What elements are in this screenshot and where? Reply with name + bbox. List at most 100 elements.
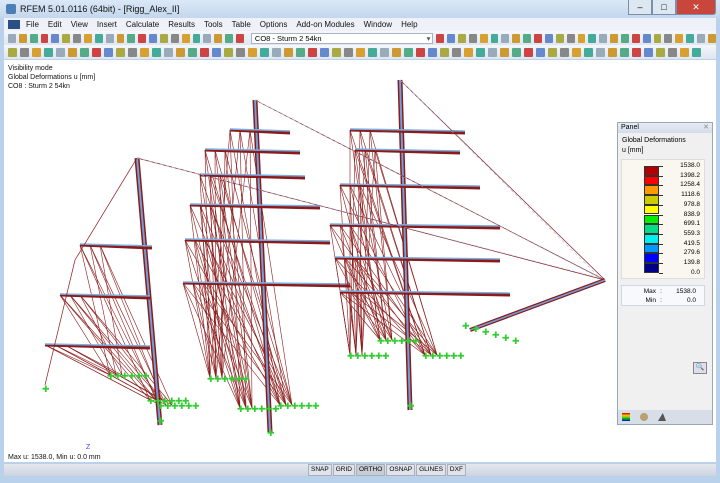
app-menu-icon[interactable] xyxy=(8,20,20,29)
toolbar-button-icon[interactable] xyxy=(19,34,27,43)
toolbar-button-icon[interactable] xyxy=(284,48,293,57)
menu-results[interactable]: Results xyxy=(168,20,195,29)
toolbar-button-icon[interactable] xyxy=(675,34,683,43)
toolbar-button-icon[interactable] xyxy=(41,34,49,43)
toolbar-button-icon[interactable] xyxy=(536,48,545,57)
toolbar-button-icon[interactable] xyxy=(149,34,157,43)
toolbar-button-icon[interactable] xyxy=(200,48,209,57)
menu-tools[interactable]: Tools xyxy=(204,20,223,29)
toolbar-button-icon[interactable] xyxy=(512,48,521,57)
toolbar-button-icon[interactable] xyxy=(436,34,444,43)
toolbar-button-icon[interactable] xyxy=(8,48,17,57)
toolbar-button-icon[interactable] xyxy=(392,48,401,57)
toolbar-button-icon[interactable] xyxy=(632,34,640,43)
toolbar-button-icon[interactable] xyxy=(572,48,581,57)
toolbar-button-icon[interactable] xyxy=(447,34,455,43)
color-scale-tab-icon[interactable] xyxy=(622,413,630,421)
toolbar-button-icon[interactable] xyxy=(32,48,41,57)
status-toggle-osnap[interactable]: OSNAP xyxy=(386,464,415,476)
menu-file[interactable]: File xyxy=(26,20,39,29)
toolbar-button-icon[interactable] xyxy=(567,34,575,43)
toolbar-button-icon[interactable] xyxy=(500,48,509,57)
toolbar-button-icon[interactable] xyxy=(599,34,607,43)
toolbar-button-icon[interactable] xyxy=(368,48,377,57)
toolbar-button-icon[interactable] xyxy=(248,48,257,57)
toolbar-button-icon[interactable] xyxy=(548,48,557,57)
toolbar-button-icon[interactable] xyxy=(182,34,190,43)
toolbar-button-icon[interactable] xyxy=(62,34,70,43)
toolbar-button-icon[interactable] xyxy=(308,48,317,57)
toolbar-button-icon[interactable] xyxy=(176,48,185,57)
toolbar-button-icon[interactable] xyxy=(56,48,65,57)
toolbar-button-icon[interactable] xyxy=(203,34,211,43)
toolbar-button-icon[interactable] xyxy=(344,48,353,57)
status-toggle-snap[interactable]: SNAP xyxy=(308,464,332,476)
toolbar-button-icon[interactable] xyxy=(469,34,477,43)
toolbar-button-icon[interactable] xyxy=(621,34,629,43)
toolbar-button-icon[interactable] xyxy=(171,34,179,43)
minimize-button[interactable]: – xyxy=(628,0,652,15)
menu-help[interactable]: Help xyxy=(401,20,417,29)
toolbar-button-icon[interactable] xyxy=(668,48,677,57)
toolbar-button-icon[interactable] xyxy=(73,34,81,43)
toolbar-button-icon[interactable] xyxy=(104,48,113,57)
toolbar-button-icon[interactable] xyxy=(692,48,701,57)
menu-options[interactable]: Options xyxy=(260,20,288,29)
filter-tab-icon[interactable] xyxy=(658,413,666,421)
toolbar-button-icon[interactable] xyxy=(556,34,564,43)
toolbar-button-icon[interactable] xyxy=(193,34,201,43)
status-toggle-ortho[interactable]: ORTHO xyxy=(356,464,385,476)
menu-edit[interactable]: Edit xyxy=(48,20,62,29)
toolbar-button-icon[interactable] xyxy=(588,34,596,43)
toolbar-button-icon[interactable] xyxy=(480,34,488,43)
menu-view[interactable]: View xyxy=(71,20,88,29)
status-toggle-dxf[interactable]: DXF xyxy=(447,464,466,476)
toolbar-button-icon[interactable] xyxy=(608,48,617,57)
zoom-legend-button[interactable]: 🔍 xyxy=(693,362,707,374)
toolbar-button-icon[interactable] xyxy=(164,48,173,57)
toolbar-button-icon[interactable] xyxy=(686,34,694,43)
toolbar-button-icon[interactable] xyxy=(106,34,114,43)
toolbar-button-icon[interactable] xyxy=(332,48,341,57)
toolbar-button-icon[interactable] xyxy=(488,48,497,57)
toolbar-button-icon[interactable] xyxy=(140,48,149,57)
toolbar-button-icon[interactable] xyxy=(51,34,59,43)
toolbar-button-icon[interactable] xyxy=(620,48,629,57)
toolbar-button-icon[interactable] xyxy=(578,34,586,43)
toolbar-button-icon[interactable] xyxy=(236,34,244,43)
toolbar-button-icon[interactable] xyxy=(224,48,233,57)
menu-calculate[interactable]: Calculate xyxy=(126,20,159,29)
toolbar-button-icon[interactable] xyxy=(84,34,92,43)
toolbar-button-icon[interactable] xyxy=(680,48,689,57)
toolbar-button-icon[interactable] xyxy=(584,48,593,57)
toolbar-button-icon[interactable] xyxy=(404,48,413,57)
model-viewport[interactable]: ✚✚✚✚✚✚✚✚✚✚✚✚✚✚✚✚✚✚✚✚✚✚✚✚✚✚✚✚✚✚✚✚✚✚✚✚✚✚✚✚… xyxy=(4,60,716,462)
toolbar-button-icon[interactable] xyxy=(127,34,135,43)
toolbar-button-icon[interactable] xyxy=(523,34,531,43)
toolbar-button-icon[interactable] xyxy=(440,48,449,57)
menu-table[interactable]: Table xyxy=(232,20,251,29)
toolbar-button-icon[interactable] xyxy=(534,34,542,43)
maximize-button[interactable]: □ xyxy=(652,0,676,15)
toolbar-button-icon[interactable] xyxy=(708,34,716,43)
toolbar-button-icon[interactable] xyxy=(272,48,281,57)
toolbar-button-icon[interactable] xyxy=(80,48,89,57)
toolbar-button-icon[interactable] xyxy=(476,48,485,57)
close-button[interactable]: ✕ xyxy=(676,0,716,15)
menu-window[interactable]: Window xyxy=(364,20,392,29)
toolbar-button-icon[interactable] xyxy=(664,34,672,43)
toolbar-button-icon[interactable] xyxy=(596,48,605,57)
toolbar-button-icon[interactable] xyxy=(92,48,101,57)
toolbar-button-icon[interactable] xyxy=(236,48,245,57)
toolbar-button-icon[interactable] xyxy=(20,48,29,57)
toolbar-button-icon[interactable] xyxy=(138,34,146,43)
toolbar-button-icon[interactable] xyxy=(356,48,365,57)
toolbar-button-icon[interactable] xyxy=(160,34,168,43)
toolbar-button-icon[interactable] xyxy=(214,34,222,43)
toolbar-button-icon[interactable] xyxy=(296,48,305,57)
factor-tab-icon[interactable] xyxy=(640,413,648,421)
load-case-select[interactable]: CO8 - Sturm 2 54kn xyxy=(251,33,433,44)
toolbar-button-icon[interactable] xyxy=(152,48,161,57)
toolbar-button-icon[interactable] xyxy=(8,34,16,43)
status-toggle-grid[interactable]: GRID xyxy=(333,464,355,476)
